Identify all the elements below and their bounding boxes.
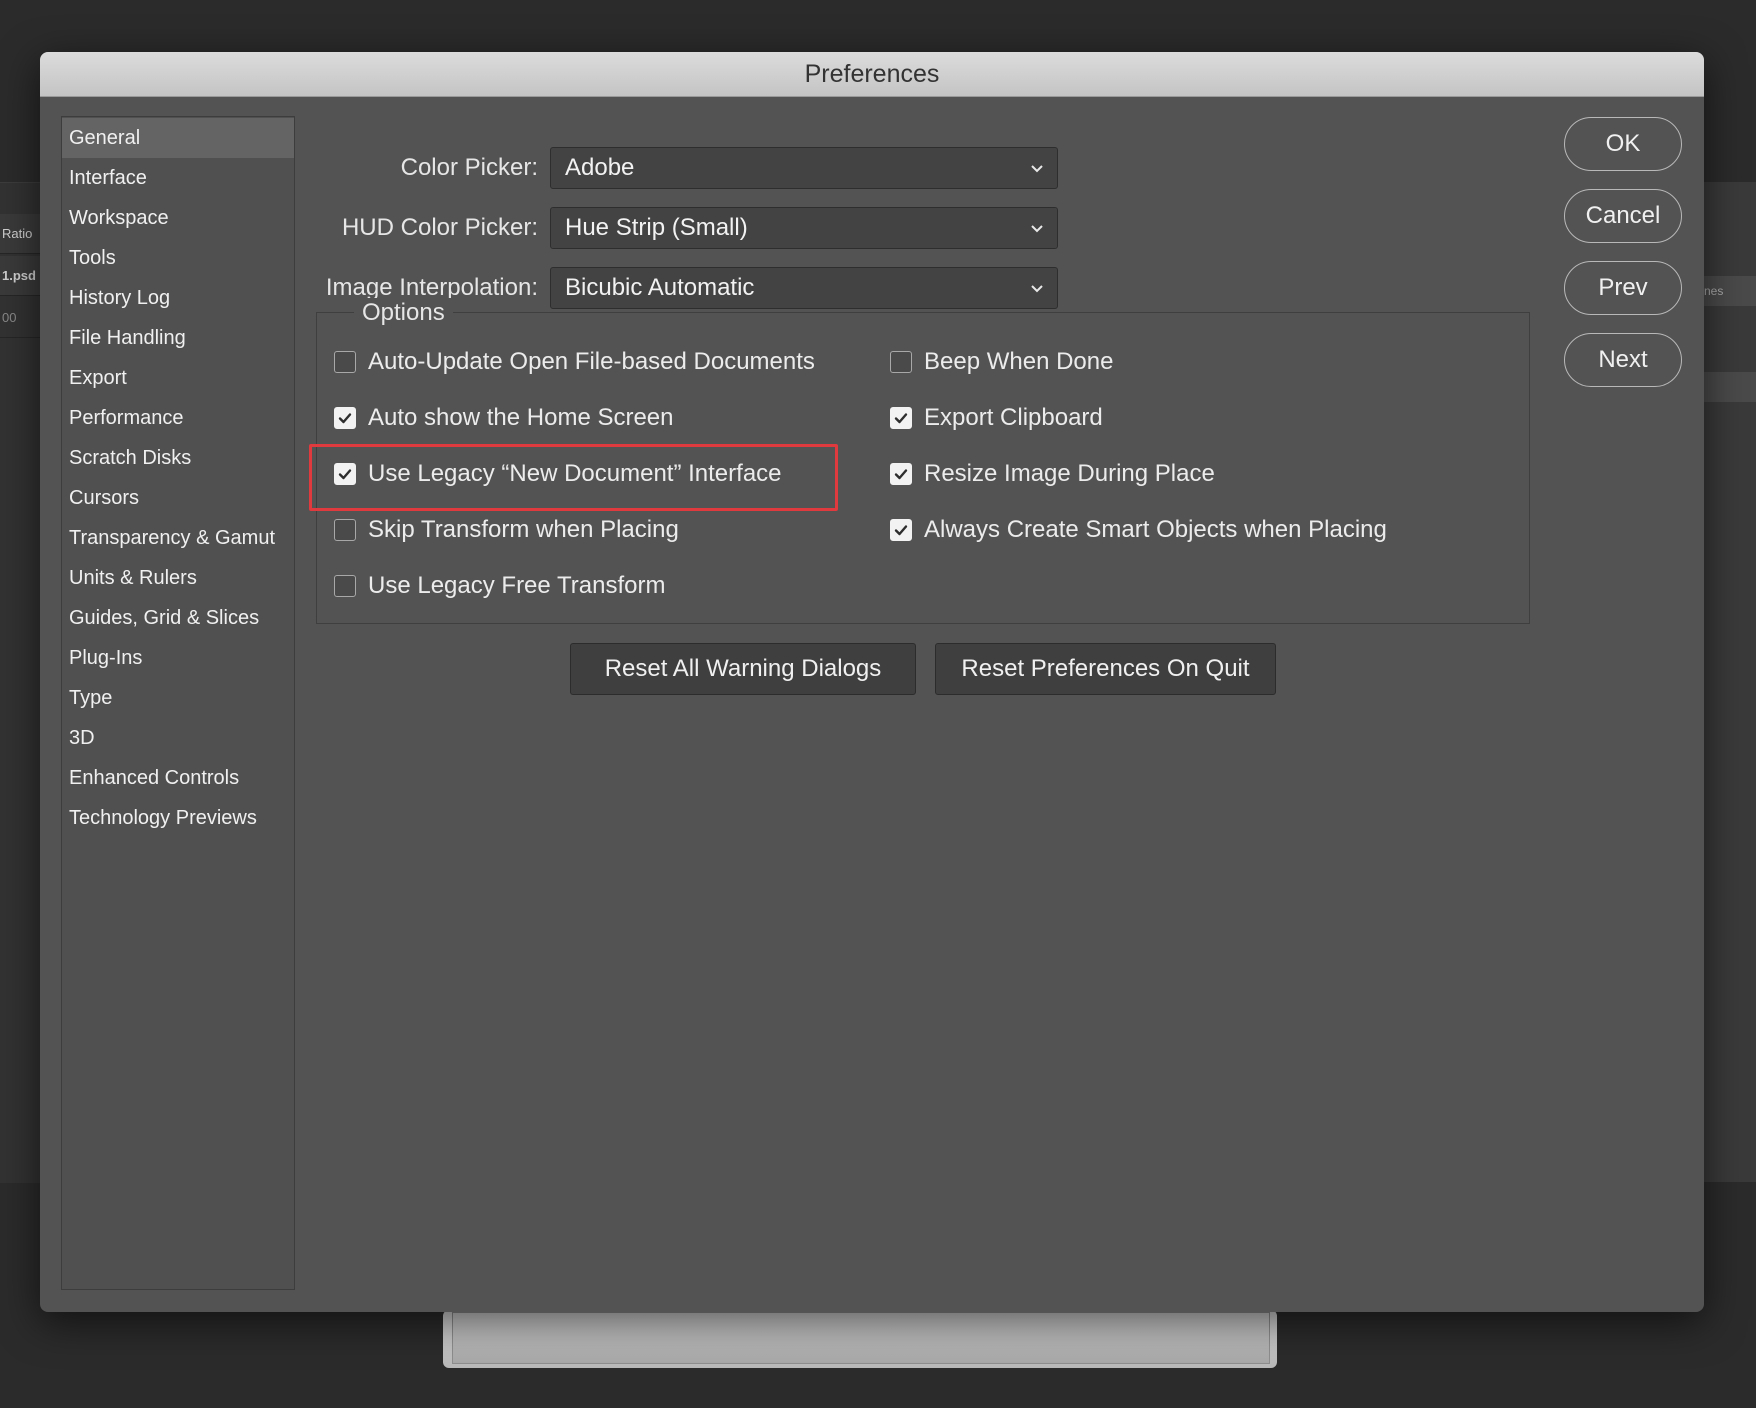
chevron-down-icon: [1031, 285, 1043, 293]
checkbox-label: Use Legacy Free Transform: [368, 572, 666, 599]
checkbox-checked-icon[interactable]: [334, 407, 356, 429]
checkbox-unchecked-icon[interactable]: [334, 351, 356, 373]
checkbox-checked-icon[interactable]: [890, 407, 912, 429]
background-tab-zoom: 00: [0, 298, 40, 338]
chevron-down-icon: [1031, 225, 1043, 233]
sidebar-item-interface[interactable]: Interface: [62, 158, 294, 198]
sidebar-item-3d[interactable]: 3D: [62, 718, 294, 758]
background-bottom-tray-inner: [452, 1312, 1270, 1364]
background-tab-psd: 1.psd: [0, 256, 40, 296]
hud-color-picker-row: HUD Color Picker: Hue Strip (Small): [310, 206, 1058, 250]
checkbox-label: Resize Image During Place: [924, 460, 1215, 487]
checkbox-always-create-smart-objects-when-placing[interactable]: Always Create Smart Objects when Placing: [890, 514, 1387, 546]
hud-color-picker-value: Hue Strip (Small): [565, 214, 748, 241]
image-interpolation-value: Bicubic Automatic: [565, 274, 755, 301]
options-group-title: Options: [354, 298, 453, 328]
checkbox-checked-icon[interactable]: [890, 463, 912, 485]
ok-button[interactable]: OK: [1564, 117, 1682, 171]
chevron-down-icon: [1031, 165, 1043, 173]
checkbox-label: Always Create Smart Objects when Placing: [924, 516, 1387, 543]
image-interpolation-select[interactable]: Bicubic Automatic: [550, 267, 1058, 309]
sidebar-item-transparency-gamut[interactable]: Transparency & Gamut: [62, 518, 294, 558]
checkbox-unchecked-icon[interactable]: [334, 519, 356, 541]
sidebar-item-cursors[interactable]: Cursors: [62, 478, 294, 518]
background-right-tab: nes: [1700, 276, 1756, 306]
sidebar-item-tools[interactable]: Tools: [62, 238, 294, 278]
checkbox-skip-transform-when-placing[interactable]: Skip Transform when Placing: [334, 514, 679, 546]
sidebar-item-guides-grid-slices[interactable]: Guides, Grid & Slices: [62, 598, 294, 638]
sidebar-item-units-rulers[interactable]: Units & Rulers: [62, 558, 294, 598]
sidebar-item-enhanced-controls[interactable]: Enhanced Controls: [62, 758, 294, 798]
checkbox-unchecked-icon[interactable]: [890, 351, 912, 373]
checkbox-label: Auto-Update Open File-based Documents: [368, 348, 815, 375]
sidebar-item-general[interactable]: General: [62, 118, 294, 158]
color-picker-row: Color Picker: Adobe: [310, 146, 1058, 190]
dialog-title: Preferences: [40, 52, 1704, 97]
sidebar-item-technology-previews[interactable]: Technology Previews: [62, 798, 294, 838]
color-picker-label: Color Picker:: [400, 154, 538, 181]
prev-button[interactable]: Prev: [1564, 261, 1682, 315]
sidebar-item-workspace[interactable]: Workspace: [62, 198, 294, 238]
hud-color-picker-select[interactable]: Hue Strip (Small): [550, 207, 1058, 249]
preferences-sidebar: General Interface Workspace Tools History Lo…: [61, 116, 295, 1290]
sidebar-item-history-log[interactable]: History Log: [62, 278, 294, 318]
checkbox-label: Auto show the Home Screen: [368, 404, 674, 431]
sidebar-item-export[interactable]: Export: [62, 358, 294, 398]
highlight-box: [309, 444, 838, 511]
sidebar-item-performance[interactable]: Performance: [62, 398, 294, 438]
checkbox-label: Beep When Done: [924, 348, 1114, 375]
background-right-panel: [1700, 182, 1756, 1182]
sidebar-item-type[interactable]: Type: [62, 678, 294, 718]
checkbox-use-legacy-free-transform[interactable]: Use Legacy Free Transform: [334, 570, 665, 602]
color-picker-value: Adobe: [565, 154, 635, 181]
sidebar-item-scratch-disks[interactable]: Scratch Disks: [62, 438, 294, 478]
color-picker-select[interactable]: Adobe: [550, 147, 1058, 189]
checkbox-beep-when-done[interactable]: Beep When Done: [890, 346, 1113, 378]
reset-all-warning-dialogs-button[interactable]: Reset All Warning Dialogs: [570, 643, 916, 695]
sidebar-item-file-handling[interactable]: File Handling: [62, 318, 294, 358]
background-tab-ratio: Ratio: [0, 214, 40, 254]
checkbox-export-clipboard[interactable]: Export Clipboard: [890, 402, 1103, 434]
hud-color-picker-label: HUD Color Picker:: [341, 214, 538, 241]
reset-preferences-on-quit-button[interactable]: Reset Preferences On Quit: [935, 643, 1276, 695]
next-button[interactable]: Next: [1564, 333, 1682, 387]
cancel-button[interactable]: Cancel: [1564, 189, 1682, 243]
preferences-dialog: Preferences General Interface Workspace Too…: [40, 52, 1704, 1312]
checkbox-unchecked-icon[interactable]: [334, 575, 356, 597]
checkbox-label: Export Clipboard: [924, 404, 1103, 431]
checkbox-resize-image-during-place[interactable]: Resize Image During Place: [890, 458, 1215, 490]
checkbox-auto-update-open-file-based-documents[interactable]: Auto-Update Open File-based Documents: [334, 346, 815, 378]
checkbox-label: Skip Transform when Placing: [368, 516, 679, 543]
checkbox-auto-show-the-home-screen[interactable]: Auto show the Home Screen: [334, 402, 674, 434]
checkbox-checked-icon[interactable]: [890, 519, 912, 541]
background-right-strip: [1700, 372, 1756, 402]
sidebar-item-plug-ins[interactable]: Plug-Ins: [62, 638, 294, 678]
